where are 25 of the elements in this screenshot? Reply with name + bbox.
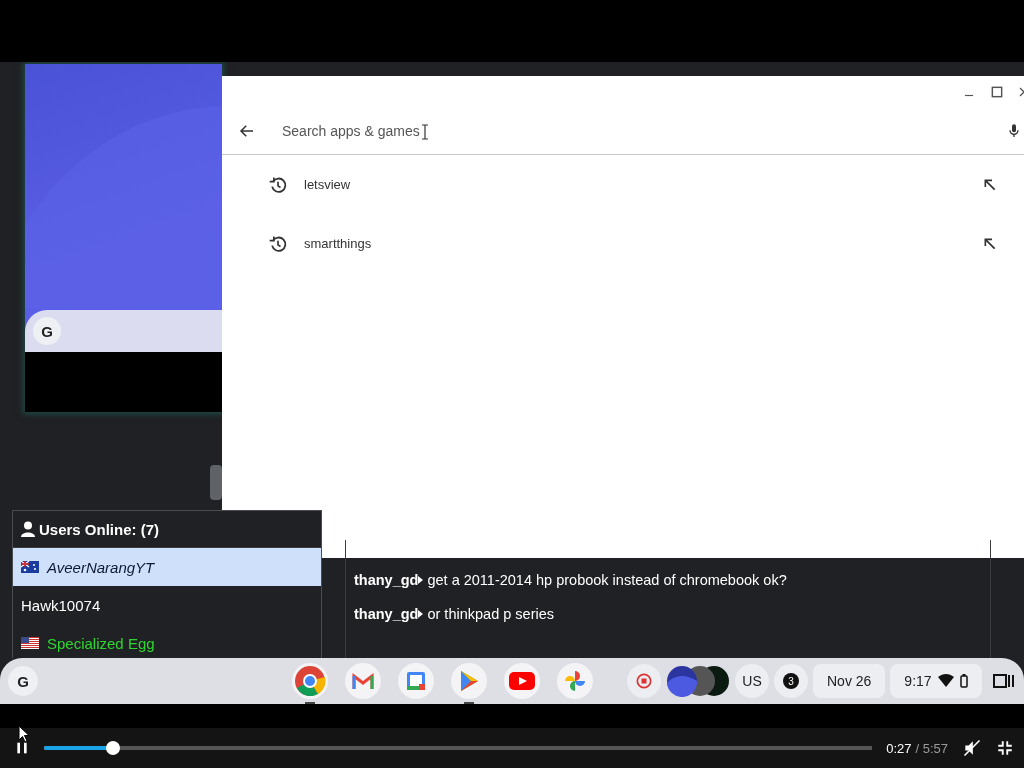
suggestion-item[interactable]: smartthings bbox=[222, 214, 1024, 273]
current-time: 0:27 bbox=[886, 740, 912, 756]
user-name: AveerNarangYT bbox=[47, 558, 155, 576]
keyboard-layout-button[interactable]: US bbox=[735, 664, 769, 698]
user-row[interactable]: Specialized Egg bbox=[13, 624, 321, 658]
status-area[interactable]: 9:17 bbox=[890, 664, 982, 698]
message-author: thany_gd bbox=[354, 572, 419, 588]
search-bar[interactable]: G bbox=[25, 310, 222, 352]
user-row[interactable]: Hawk10074 bbox=[13, 586, 321, 624]
notification-count: 3 bbox=[783, 673, 799, 689]
suggestion-item[interactable]: letsview bbox=[222, 155, 1024, 214]
search-field[interactable]: Search apps & games bbox=[280, 122, 1006, 140]
user-row[interactable]: AveerNarangYT bbox=[13, 548, 321, 586]
search-logo: G bbox=[33, 317, 61, 345]
message-text: get a 2011-2014 hp probook instead of chromebook ok? bbox=[427, 572, 787, 588]
clock-time: 9:17 bbox=[904, 673, 932, 689]
message-author: thany_gd bbox=[354, 606, 419, 622]
notification-button[interactable]: 3 bbox=[774, 664, 808, 698]
launcher-button[interactable]: G bbox=[8, 666, 38, 696]
user-name: Specialized Egg bbox=[47, 634, 155, 652]
user-name: Hawk10074 bbox=[21, 596, 101, 614]
message-text: or thinkpad p series bbox=[427, 606, 554, 622]
date-button[interactable]: Nov 26 bbox=[813, 664, 886, 698]
duration: / 5:57 bbox=[915, 740, 948, 756]
panel-title: Users Online: (7) bbox=[39, 520, 160, 538]
